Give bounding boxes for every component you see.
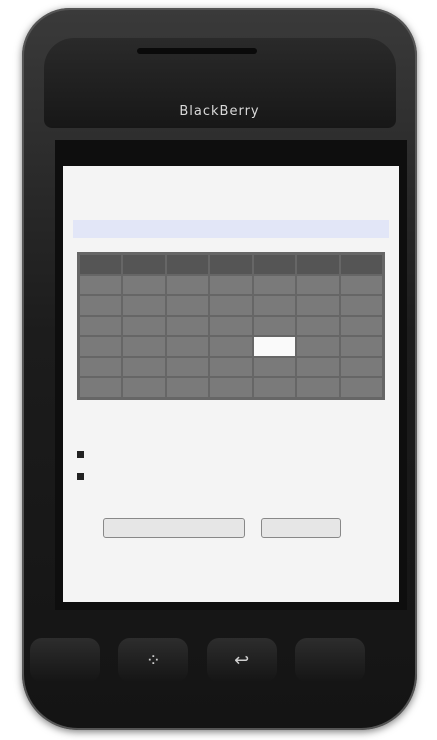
- calendar-day-cell[interactable]: [166, 378, 209, 397]
- calendar-day-cell[interactable]: [340, 378, 382, 397]
- weekday-header: [340, 255, 382, 274]
- calendar-day-cell[interactable]: [80, 275, 122, 295]
- blackberry-menu-icon: ⁘: [145, 649, 161, 671]
- calendar-day-cell[interactable]: [253, 357, 296, 377]
- calendar-day-cell[interactable]: [123, 337, 165, 356]
- weekday-header: [253, 255, 296, 274]
- calendar-day-cell[interactable]: [80, 357, 122, 377]
- bullet-icon: [77, 451, 84, 458]
- calendar-day-cell[interactable]: [210, 378, 252, 397]
- calendar-day-cell[interactable]: [166, 357, 209, 377]
- calendar-day-cell[interactable]: [253, 296, 296, 315]
- calendar-day-cell[interactable]: [297, 357, 339, 377]
- weekday-header: [210, 255, 252, 274]
- calendar-day-cell[interactable]: [123, 275, 165, 295]
- calendar-day-cell[interactable]: [340, 316, 382, 336]
- call-key[interactable]: [30, 638, 100, 682]
- nav-bar: [73, 220, 389, 238]
- calendar-day-cell[interactable]: [166, 337, 209, 356]
- calendar-day-cell[interactable]: [123, 378, 165, 397]
- status-bar: [63, 147, 399, 161]
- calendar-day-cell[interactable]: [340, 357, 382, 377]
- calendar-day-cell[interactable]: [253, 378, 296, 397]
- calendar-day-cell[interactable]: [210, 296, 252, 315]
- calendar-day-cell[interactable]: [297, 378, 339, 397]
- calendar-day-cell[interactable]: [253, 275, 296, 295]
- calendar-day-cell[interactable]: [123, 296, 165, 315]
- calendar-day-cell[interactable]: [123, 357, 165, 377]
- calendar-day-cell[interactable]: [210, 337, 252, 356]
- calendar-day-cell[interactable]: [297, 337, 339, 356]
- calendar-day-cell[interactable]: [166, 296, 209, 315]
- back-arrow-icon: ↩: [234, 649, 250, 671]
- speaker-grille: [137, 48, 257, 54]
- weekday-header: [123, 255, 165, 274]
- calendar-day-cell[interactable]: [253, 337, 296, 356]
- logout-button[interactable]: [261, 518, 341, 538]
- calendar-grid: [77, 252, 385, 400]
- calendar-day-cell[interactable]: [297, 275, 339, 295]
- calendar-day-cell[interactable]: [166, 275, 209, 295]
- calendar-day-cell[interactable]: [297, 316, 339, 336]
- calendar-day-cell[interactable]: [340, 296, 382, 315]
- brand-logo: BlackBerry: [179, 104, 260, 119]
- calendar-day-cell[interactable]: [210, 316, 252, 336]
- weekday-header: [297, 255, 339, 274]
- calendar-day-cell[interactable]: [166, 316, 209, 336]
- menu-key[interactable]: ⁘: [118, 638, 189, 682]
- appointment-item[interactable]: [77, 472, 87, 480]
- weekday-header: [80, 255, 122, 274]
- calendar-day-cell[interactable]: [253, 316, 296, 336]
- web-page: [63, 166, 399, 602]
- phone-screen: [55, 140, 407, 610]
- calendar-day-cell[interactable]: [340, 337, 382, 356]
- calendar-day-cell[interactable]: [80, 337, 122, 356]
- end-key[interactable]: [294, 638, 365, 682]
- calendar-day-cell[interactable]: [210, 357, 252, 377]
- appointment-item[interactable]: [77, 450, 87, 458]
- calendar-day-cell[interactable]: [340, 275, 382, 295]
- back-key[interactable]: ↩: [206, 638, 277, 682]
- calendar-day-cell[interactable]: [80, 316, 122, 336]
- calendar-day-cell[interactable]: [210, 275, 252, 295]
- weekday-header: [166, 255, 209, 274]
- calendar-day-cell[interactable]: [297, 296, 339, 315]
- calendar-day-cell[interactable]: [123, 316, 165, 336]
- new-appointment-button[interactable]: [103, 518, 245, 538]
- bullet-icon: [77, 473, 84, 480]
- calendar-day-cell[interactable]: [80, 296, 122, 315]
- calendar-day-cell[interactable]: [80, 378, 122, 397]
- hardware-keys: ⁘ ↩: [30, 628, 365, 692]
